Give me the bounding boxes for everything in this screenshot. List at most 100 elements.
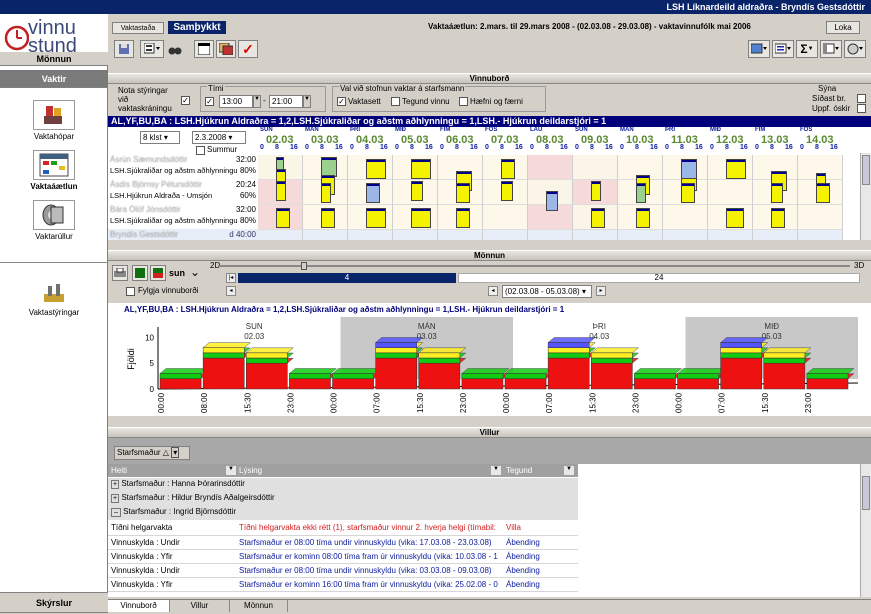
nav-vaktaaaetlun[interactable]: Vaktaáætlun — [0, 150, 108, 191]
filter-dropdown[interactable]: ▼ — [564, 466, 574, 475]
vaktasett-checkbox[interactable]: ✓ — [337, 97, 346, 106]
date-select[interactable]: 2.3.2008 ▾ — [192, 131, 246, 144]
panel-icon[interactable] — [820, 40, 842, 58]
zoom-slider-thumb[interactable] — [301, 262, 307, 270]
shift-block[interactable] — [411, 181, 423, 201]
shift-block[interactable] — [771, 183, 783, 203]
nota-styringar-checkbox[interactable]: ✓ — [181, 96, 190, 105]
shift-block[interactable] — [366, 159, 386, 179]
period-select[interactable]: 8 klst ▾ — [140, 131, 180, 144]
nav-vaktarullur[interactable]: Vaktarúllur — [0, 200, 108, 241]
column-lysing[interactable]: Lýsing — [239, 466, 262, 475]
column-tegund[interactable]: Tegund — [506, 466, 532, 475]
range-first-button[interactable]: |◂ — [226, 273, 236, 283]
shift-block[interactable] — [366, 208, 386, 228]
chevron-down-icon[interactable]: ⌄ — [186, 265, 204, 281]
red-view-icon[interactable] — [150, 265, 166, 281]
shift-block[interactable] — [501, 159, 515, 179]
toolbar-icon-1[interactable] — [748, 40, 770, 58]
save-icon[interactable] — [114, 40, 134, 58]
shift-block[interactable] — [546, 191, 558, 211]
time-from-input[interactable]: 13:00 — [219, 95, 253, 108]
tab-sambykkt[interactable]: Samþykkt — [168, 21, 226, 34]
grid-menu-icon[interactable] — [140, 40, 164, 58]
loka-button[interactable]: Loka — [826, 21, 860, 34]
group-row[interactable]: – Starfsmaður : Ingrid Björnsdóttir — [111, 507, 236, 520]
group-by-chip[interactable]: Starfsmaður △ ▾ — [114, 446, 190, 460]
time-from-spin[interactable]: ▼ — [253, 95, 261, 108]
scrollbar-thumb[interactable] — [862, 155, 870, 185]
fylgja-checkbox[interactable] — [126, 287, 135, 296]
schedule-cell[interactable] — [708, 180, 753, 205]
schedule-cell[interactable] — [798, 205, 843, 230]
sum-icon[interactable]: Σ ▼ — [796, 40, 818, 58]
filter-dropdown[interactable]: ▼ — [491, 466, 501, 475]
grid-scrollbar[interactable] — [860, 153, 871, 240]
tegund-checkbox[interactable] — [391, 97, 400, 106]
shift-block[interactable] — [591, 208, 605, 228]
approve-check-icon[interactable]: ✓ — [238, 40, 258, 58]
shift-block[interactable] — [726, 159, 746, 179]
range-select[interactable]: (02.03.08 - 05.03.08) ▾ — [502, 285, 592, 298]
uppf-checkbox[interactable] — [857, 104, 866, 113]
table-row[interactable]: Vinnuskylda : Yfir Starfsmaður er kominn… — [108, 549, 578, 565]
tab-vinnubord[interactable]: Vinnuborð — [108, 600, 170, 612]
nav-vaktahopar[interactable]: Vaktahópar — [0, 100, 108, 141]
table-row[interactable]: Vinnuskylda : Undir Starfsmaður er 08:00… — [108, 535, 578, 550]
nav-skyrslur[interactable]: Skýrslur — [0, 592, 108, 613]
schedule-cell[interactable] — [573, 155, 618, 180]
shift-block[interactable] — [816, 183, 830, 203]
range-prev-button[interactable]: ◂ — [488, 286, 498, 296]
time-to-spin[interactable]: ▼ — [303, 95, 311, 108]
time-to-input[interactable]: 21:00 — [269, 95, 303, 108]
list-icon[interactable] — [772, 40, 794, 58]
shift-block[interactable] — [771, 208, 785, 228]
timi-checkbox[interactable]: ✓ — [205, 97, 214, 106]
shift-block[interactable] — [456, 183, 470, 203]
nav-vaktastyringar[interactable]: Vaktastýringar — [0, 280, 108, 317]
shift-block[interactable] — [681, 183, 695, 203]
schedule-cell[interactable] — [483, 205, 528, 230]
shift-block[interactable] — [366, 183, 380, 203]
shift-block[interactable] — [681, 159, 697, 179]
nav-vaktir[interactable]: Vaktir — [0, 70, 108, 88]
binoculars-icon[interactable] — [168, 42, 182, 56]
sidast-checkbox[interactable] — [857, 94, 866, 103]
tab-monnun[interactable]: Mönnun — [230, 600, 288, 612]
haefni-checkbox[interactable] — [459, 97, 468, 106]
shift-block[interactable] — [411, 159, 431, 179]
tab-vaktastada[interactable]: Vaktastaða — [112, 22, 164, 34]
summur-checkbox[interactable] — [196, 146, 205, 155]
shift-block[interactable] — [726, 208, 744, 228]
copy-icon[interactable] — [216, 40, 236, 58]
nav-monnun[interactable]: Mönnun — [0, 52, 108, 66]
shift-block[interactable] — [501, 181, 513, 201]
shift-block[interactable] — [636, 183, 646, 203]
shift-block[interactable] — [276, 208, 290, 228]
shift-block[interactable] — [456, 208, 470, 228]
table-row[interactable]: Tíðni helgarvakta Tíðni helgarvakta ekki… — [108, 521, 578, 536]
shift-block[interactable] — [411, 208, 431, 228]
shift-block[interactable] — [636, 208, 650, 228]
options-icon[interactable] — [844, 40, 866, 58]
shift-block[interactable] — [321, 157, 337, 177]
print-icon[interactable] — [112, 265, 128, 281]
scrollbar-thumb[interactable] — [862, 476, 870, 510]
table-row[interactable]: Vinnuskylda : Undir Starfsmaður er 08:00… — [108, 563, 578, 579]
column-heiti[interactable]: Heiti — [111, 466, 127, 475]
group-row[interactable]: + Starfsmaður : Hanna Þórarinsdóttir — [111, 479, 245, 492]
filter-dropdown[interactable]: ▼ — [226, 466, 236, 475]
range-next-button[interactable]: ▸ — [596, 286, 606, 296]
schedule-cells[interactable] — [258, 155, 858, 240]
shift-block[interactable] — [321, 208, 335, 228]
tab-villur[interactable]: Villur — [170, 600, 230, 612]
shift-block[interactable] — [276, 181, 286, 201]
zoom-slider[interactable] — [218, 265, 850, 267]
range-bar[interactable]: 4 — [238, 273, 456, 283]
green-view-icon[interactable] — [132, 265, 148, 281]
villur-scrollbar[interactable] — [860, 464, 871, 597]
sun-label[interactable]: sun — [169, 268, 185, 278]
table-row[interactable]: Vinnuskylda : Yfir Starfsmaður er kominn… — [108, 577, 578, 593]
nav-back-button[interactable]: ◂ — [226, 286, 236, 296]
window-icon[interactable] — [194, 40, 214, 58]
